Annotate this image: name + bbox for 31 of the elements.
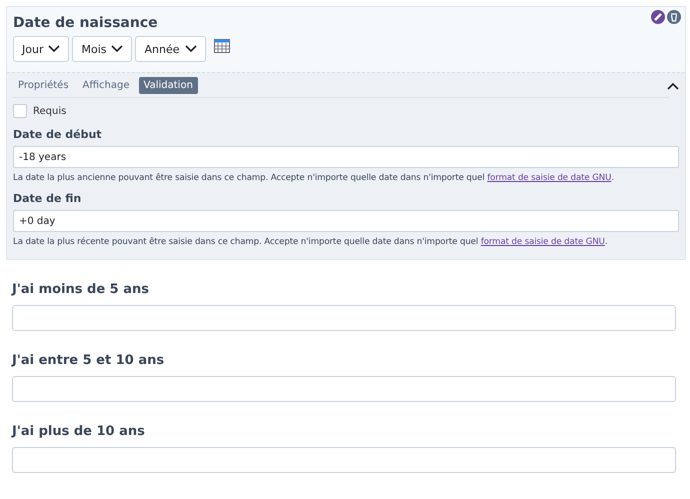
help-text: La date la plus ancienne pouvant être saisie dans ce champ. Accepte n'importe quelle date dans n'importe quel format de saisie de date GNU. <box>13 173 615 183</box>
help-link[interactable]: format de saisie de date GNU <box>487 173 612 183</box>
field-title: Date de naissance <box>13 15 158 31</box>
chevron-down-icon <box>48 45 60 53</box>
trash-icon[interactable] <box>667 10 681 24</box>
help-text: La date la plus récente pouvant être saisie dans ce champ. Accepte n'importe quelle date dans n'importe quel format de saisie de date GNU. <box>13 237 609 247</box>
input-field[interactable] <box>12 447 676 473</box>
date-select[interactable]: Jour <box>13 36 70 62</box>
date-select[interactable]: Année <box>135 36 206 62</box>
help-link[interactable]: format de saisie de date GNU <box>480 237 605 247</box>
settings-tab[interactable]: Propriétés <box>13 77 74 94</box>
input-field[interactable]: -18 years <box>13 146 679 168</box>
required-checkbox[interactable] <box>13 104 27 118</box>
input-field[interactable]: +0 day <box>13 210 679 232</box>
settings-tab[interactable]: Affichage <box>78 77 135 94</box>
collapse-icon <box>667 82 679 90</box>
question-label: J'ai plus de 10 ans <box>12 424 146 439</box>
collapse-button[interactable] <box>667 82 679 90</box>
field-label: Date de fin <box>13 192 82 205</box>
question-label: J'ai entre 5 et 10 ans <box>12 353 166 368</box>
chevron-down-icon <box>184 45 196 53</box>
field-label: Date de début <box>13 128 103 141</box>
edit-icon[interactable] <box>651 10 665 24</box>
checkbox-label: Requis <box>33 106 66 116</box>
calendar-icon[interactable] <box>214 39 230 53</box>
input-field[interactable] <box>12 376 676 402</box>
question-label: J'ai moins de 5 ans <box>12 282 150 297</box>
input-field[interactable] <box>12 305 676 331</box>
date-select[interactable]: Mois <box>72 36 132 62</box>
settings-tab[interactable]: Validation <box>138 77 198 94</box>
chevron-down-icon <box>111 45 124 53</box>
